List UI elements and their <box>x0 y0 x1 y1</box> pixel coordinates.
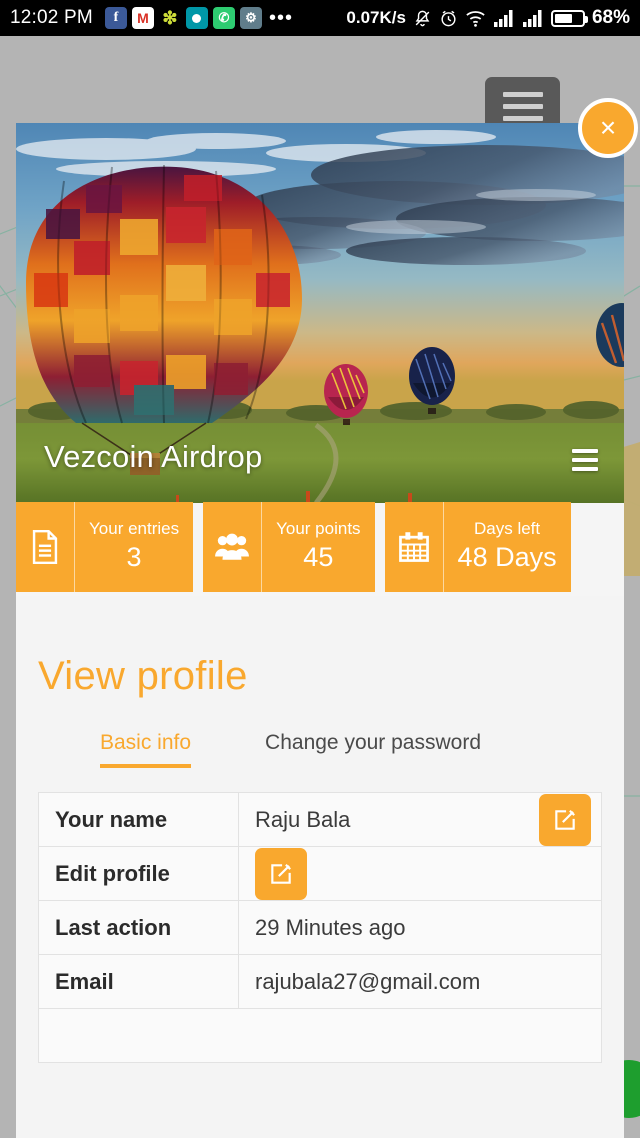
mute-bell-icon <box>415 10 430 26</box>
users-icon <box>203 502 262 592</box>
signal-bars-2-icon <box>522 10 542 27</box>
stat-value: 45 <box>303 541 334 572</box>
android-status-bar: 12:02 PM f M ❇ ✆ ⚙ ••• 0.07K/s 68% <box>0 0 640 36</box>
status-indicators: 0.07K/s 68% <box>346 7 630 29</box>
hamburger-line <box>502 115 543 121</box>
page-title: View profile <box>38 654 248 698</box>
tab-basic-info[interactable]: Basic info <box>100 731 192 768</box>
hero-banner: Vezcoin Airdrop <box>16 123 624 503</box>
overflow-icon: ••• <box>268 7 293 29</box>
wifi-icon <box>466 10 485 27</box>
close-icon: × <box>599 112 617 143</box>
row-label: Your name <box>38 792 239 847</box>
camera-icon <box>185 7 208 29</box>
profile-tabs: Basic info Change your password <box>38 731 602 768</box>
row-label: Email <box>38 954 239 1009</box>
table-row: Edit profile <box>38 846 602 901</box>
row-value-email: rajubala27@gmail.com <box>238 954 602 1009</box>
stat-body-points: Your points 45 <box>261 502 375 592</box>
table-row <box>38 1008 602 1063</box>
stat-label: Your entries <box>89 519 180 539</box>
row-empty-cell <box>38 1008 602 1063</box>
stat-body-days-left: Days left 48 Days <box>442 502 571 592</box>
stat-label: Days left <box>474 519 541 539</box>
stat-label: Your points <box>276 519 361 539</box>
edit-name-button[interactable] <box>539 793 591 846</box>
profile-modal: Vezcoin Airdrop Your entries 3 Your poin… <box>16 123 624 1138</box>
table-row: Your name Raju Bala <box>38 792 602 847</box>
status-clock: 12:02 PM <box>10 7 93 28</box>
network-speed: 0.07K/s <box>346 8 406 27</box>
alarm-clock-icon <box>441 10 456 26</box>
stats-strip: Your entries 3 Your points 45 Days left … <box>16 498 624 596</box>
stat-value: 48 Days <box>457 541 557 572</box>
row-value-name: Raju Bala <box>238 792 602 847</box>
stat-card-points[interactable]: Your points 45 <box>203 502 375 592</box>
close-modal-button[interactable]: × <box>578 98 638 158</box>
battery-percent: 68% <box>591 7 630 28</box>
stat-value: 3 <box>126 541 142 572</box>
row-value-edit-profile <box>238 846 602 901</box>
stat-body-entries: Your entries 3 <box>74 502 194 592</box>
stat-card-entries[interactable]: Your entries 3 <box>16 502 194 592</box>
table-row: Last action 29 Minutes ago <box>38 900 602 955</box>
battery-icon <box>550 9 588 27</box>
stat-card-days-left[interactable]: Days left 48 Days <box>384 502 571 592</box>
flash-icon: ❇ <box>162 7 178 28</box>
signal-bars-1-icon <box>493 10 513 27</box>
gmail-icon: M <box>131 7 154 29</box>
hero-hamburger-icon[interactable] <box>572 449 598 471</box>
table-row: Email rajubala27@gmail.com <box>38 954 602 1009</box>
edit-profile-button[interactable] <box>255 847 307 900</box>
hamburger-line <box>502 103 543 109</box>
row-value-last-action: 29 Minutes ago <box>238 900 602 955</box>
calendar-icon <box>384 502 443 592</box>
profile-table: Your name Raju Bala Edit profile Last ac… <box>38 792 602 1063</box>
phone-icon: ✆ <box>212 7 235 29</box>
row-label: Edit profile <box>38 846 239 901</box>
hamburger-line <box>502 91 543 97</box>
row-label: Last action <box>38 900 239 955</box>
settings-icon: ⚙ <box>239 7 262 29</box>
profile-body: View profile Basic info Change your pass… <box>16 596 624 1138</box>
tab-change-password[interactable]: Change your password <box>265 731 481 768</box>
document-icon <box>16 502 74 592</box>
name-text: Raju Bala <box>255 806 351 832</box>
hero-title: Vezcoin Airdrop <box>44 439 263 474</box>
facebook-icon: f <box>104 7 127 29</box>
